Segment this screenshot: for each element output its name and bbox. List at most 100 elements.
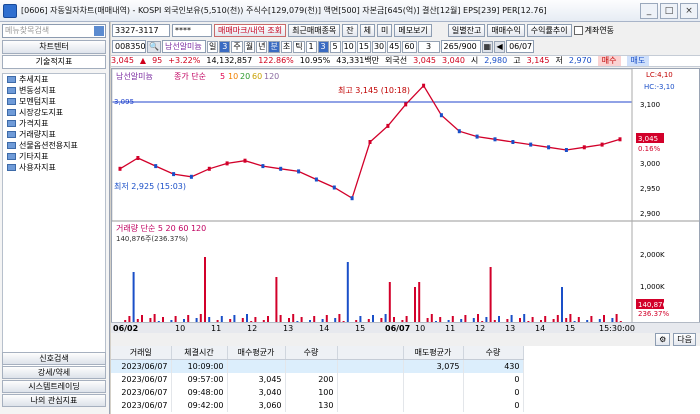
close-button[interactable]: × xyxy=(680,2,698,19)
chart-type-icon[interactable]: ▦ xyxy=(481,40,494,53)
maximize-button[interactable]: □ xyxy=(660,2,678,19)
candle xyxy=(368,140,372,144)
interval-10[interactable]: 10 xyxy=(341,40,356,53)
my-indicators-button[interactable]: 나의 관심지표 xyxy=(2,394,106,407)
search-icon[interactable] xyxy=(94,26,104,36)
cell: 200 xyxy=(285,372,338,386)
cell: 3,060 xyxy=(227,398,286,412)
trade-mark-button[interactable]: 매매마크/내역 조회 xyxy=(214,23,287,37)
folder-icon xyxy=(7,120,16,127)
cell: 100 xyxy=(285,385,338,399)
cell: 10:09:00 xyxy=(171,359,228,373)
period-year[interactable]: 년 xyxy=(256,40,268,53)
bull-bear-button[interactable]: 강세/약세 xyxy=(2,366,106,379)
recent-stocks-button[interactable]: 최근매매종목 xyxy=(288,23,341,37)
profit-trend-button[interactable]: 수익률추이 xyxy=(526,23,572,37)
open-label: 시 xyxy=(470,56,479,65)
time-axis[interactable]: 06/02 10 11 12 13 14 15 06/07 10 11 12 1… xyxy=(111,322,700,333)
stock-code-input[interactable]: 008350 xyxy=(112,40,146,53)
tree-item[interactable]: 추세지표 xyxy=(3,74,105,85)
tree-item[interactable]: 가격지표 xyxy=(3,118,105,129)
interval-30[interactable]: 30 xyxy=(371,40,387,53)
signal-search-button[interactable]: 신호검색 xyxy=(2,352,106,365)
col-spacer xyxy=(337,346,404,360)
interval-1[interactable]: 1 xyxy=(305,40,317,53)
candle xyxy=(404,102,408,107)
candle xyxy=(172,172,176,177)
candle xyxy=(564,148,568,152)
memo-button[interactable]: 메모보기 xyxy=(394,23,432,37)
table-row[interactable]: 2023/06/07 09:42:00 3,060 130 0 xyxy=(111,398,524,412)
tree-item[interactable]: 변동성지표 xyxy=(3,85,105,96)
interval-3[interactable]: 3 xyxy=(317,40,329,53)
interval-45[interactable]: 45 xyxy=(387,40,402,53)
time-label-11: 13 xyxy=(505,323,516,333)
cell: 3,040 xyxy=(227,385,286,399)
tab-balance[interactable]: 잔 xyxy=(342,23,358,37)
tab-technical-indicators[interactable]: 기술적지표 xyxy=(2,55,106,69)
price-tick-3000: 3,000 xyxy=(640,160,660,168)
candle xyxy=(261,164,265,169)
vol-tick-2000k: 2,000K xyxy=(640,251,665,259)
period-tick[interactable]: 틱 xyxy=(293,40,305,53)
tree-item[interactable]: 시장강도지표 xyxy=(3,107,105,118)
account-toolbar: 3327-3117 **** 매매마크/내역 조회 최근매매종목 잔 체 미 메… xyxy=(111,22,700,38)
period-value[interactable]: 3 xyxy=(219,40,231,53)
buy-button[interactable]: 매수 xyxy=(597,56,621,66)
tab-filled[interactable]: 체 xyxy=(359,23,376,37)
turnover: 10.95% xyxy=(299,56,331,65)
current-price: 3,045 xyxy=(111,56,134,65)
menu-search-input[interactable]: 메뉴찾목검색 xyxy=(2,24,106,38)
period-second[interactable]: 초 xyxy=(280,40,293,53)
candle xyxy=(493,137,497,142)
account-link-checkbox[interactable] xyxy=(573,25,583,35)
interval-15[interactable]: 15 xyxy=(356,40,371,53)
minimize-button[interactable]: _ xyxy=(640,2,658,19)
interval-custom[interactable]: 3 xyxy=(417,40,440,53)
tab-chart-center[interactable]: 차트텐터 xyxy=(2,40,106,54)
cell: 2023/06/07 xyxy=(111,359,172,373)
folder-icon xyxy=(7,76,16,83)
period-month[interactable]: 월 xyxy=(243,40,256,53)
quote-bar: 3,045 ▲ 95 +3.22% 14,132,857 122.86% 10.… xyxy=(111,55,700,67)
tree-item[interactable]: 선물옵션전용지표 xyxy=(3,140,105,151)
system-trading-button[interactable]: 시스템트레이딩 xyxy=(2,380,106,393)
sell-button[interactable]: 매도 xyxy=(626,56,650,66)
tree-item[interactable]: 기타지표 xyxy=(3,151,105,162)
trade-profit-button[interactable]: 매매수익 xyxy=(487,23,525,37)
password-input[interactable]: **** xyxy=(172,23,212,37)
candle xyxy=(439,113,443,118)
legend-ma-label: 종가 단순 xyxy=(174,71,206,81)
table-row[interactable]: 2023/06/07 10:09:00 3,075 430 xyxy=(111,359,524,373)
table-row[interactable]: 2023/06/07 09:57:00 3,045 200 0 xyxy=(111,372,524,386)
cell: 2023/06/07 xyxy=(111,372,172,386)
table-row[interactable]: 2023/06/07 09:48:00 3,040 100 0 xyxy=(111,385,524,399)
candle xyxy=(332,185,336,190)
account-input[interactable]: 3327-3117 xyxy=(112,23,170,37)
tree-item[interactable]: 모멘텀지표 xyxy=(3,96,105,107)
tree-item[interactable]: 사용자지표 xyxy=(3,162,105,173)
col-date: 거래일 xyxy=(111,346,172,360)
cell: 430 xyxy=(463,359,524,373)
period-minute[interactable]: 분 xyxy=(268,40,280,53)
next-button[interactable]: 다음 xyxy=(673,333,696,346)
period-day[interactable]: 일 xyxy=(206,40,219,53)
tree-item[interactable]: 거래량지표 xyxy=(3,129,105,140)
period-week[interactable]: 주 xyxy=(231,40,243,53)
interval-5[interactable]: 5 xyxy=(329,40,341,53)
folder-icon xyxy=(7,87,16,94)
prev-icon[interactable]: ◀ xyxy=(494,40,506,53)
high-price: 3,145 xyxy=(526,56,550,65)
daily-balance-button[interactable]: 일별잔고 xyxy=(447,23,486,37)
interval-60[interactable]: 60 xyxy=(402,40,417,53)
low-annotation: 최저 2,925 (15:03) xyxy=(114,181,186,191)
tab-unfilled[interactable]: 미 xyxy=(377,23,393,37)
search-stock-icon[interactable]: 🔍 xyxy=(147,40,161,53)
settings-gear-icon[interactable]: ⚙ xyxy=(655,333,671,346)
cell: 3,045 xyxy=(227,372,286,386)
date-input[interactable]: 06/07 xyxy=(506,40,535,53)
stock-name[interactable]: 남선알미늄 xyxy=(161,40,206,53)
chart-area[interactable]: 3,095 남선알미늄 종가 단순 5 10 20 60 120 최고 3,14… xyxy=(111,68,700,332)
price-chart-svg[interactable]: 3,095 남선알미늄 종가 단순 5 10 20 60 120 최고 3,14… xyxy=(111,68,699,331)
col-sell-avg: 매도평균가 xyxy=(403,346,464,360)
